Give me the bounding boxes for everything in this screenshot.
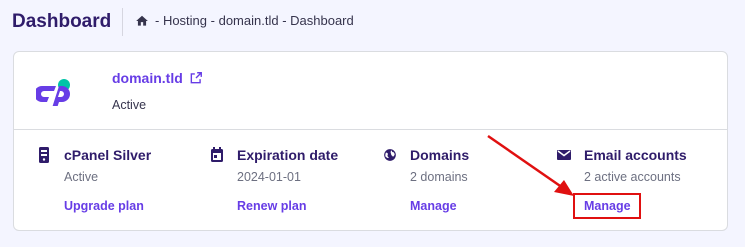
breadcrumb-domain[interactable]: - domain.tld <box>207 12 279 30</box>
email-title: Email accounts <box>584 147 687 163</box>
breadcrumb-dashboard: - Dashboard <box>278 13 354 28</box>
expiration-date: 2024-01-01 <box>237 170 301 184</box>
renew-plan-link[interactable]: Renew plan <box>237 198 306 214</box>
dashboard-page: Dashboard - Hosting - domain.tld - Dashb… <box>0 0 745 247</box>
site-status: Active <box>112 98 147 112</box>
breadcrumb: - Hosting - domain.tld - Dashboard <box>135 12 354 30</box>
globe-icon <box>383 147 397 163</box>
plan-title: cPanel Silver <box>64 147 152 163</box>
email-count: 2 active accounts <box>584 170 681 184</box>
hosting-card: domain.tld Active cPanel Silver Active U… <box>13 51 728 231</box>
card-divider <box>14 129 727 130</box>
calendar-icon <box>210 147 224 163</box>
external-link-icon[interactable] <box>189 71 203 85</box>
domains-title: Domains <box>410 147 470 163</box>
home-icon[interactable] <box>135 14 149 28</box>
page-title: Dashboard <box>12 11 112 32</box>
breadcrumb-hosting[interactable]: - Hosting <box>155 12 207 30</box>
upgrade-plan-link[interactable]: Upgrade plan <box>64 198 144 214</box>
manage-domains-link[interactable]: Manage <box>410 198 457 214</box>
expiration-title: Expiration date <box>237 147 339 163</box>
site-domain-link[interactable]: domain.tld <box>112 68 203 88</box>
plan-status: Active <box>64 170 99 184</box>
annotation-arrow-line <box>487 134 574 196</box>
cpanel-logo-icon <box>34 76 72 108</box>
domains-count: 2 domains <box>410 170 468 184</box>
header-divider <box>122 8 123 36</box>
server-icon <box>37 147 51 163</box>
site-domain-label[interactable]: domain.tld <box>112 68 183 88</box>
